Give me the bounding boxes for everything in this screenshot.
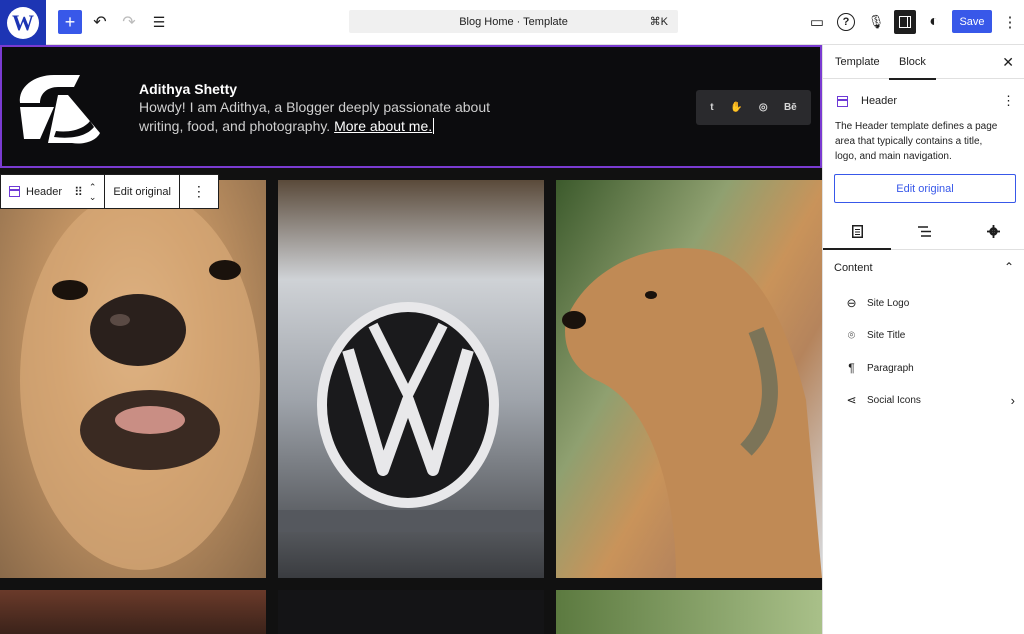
list-view-icon xyxy=(918,225,931,237)
gear-icon xyxy=(986,224,1000,238)
share-icon: ⋖ xyxy=(846,393,857,407)
block-movers: ⌃ ⌄ xyxy=(89,182,97,202)
gallery-image-5[interactable] xyxy=(278,590,544,634)
tagline-text: Howdy! I am Adithya, a Blogger deeply pa… xyxy=(139,99,490,134)
more-vertical-icon: ⋮ xyxy=(191,183,206,199)
content-item-label: Site Logo xyxy=(867,297,910,309)
content-item-paragraph[interactable]: ¶ Paragraph xyxy=(845,358,1015,378)
content-item-social-icons[interactable]: ⋖ Social Icons › xyxy=(845,390,1015,410)
wordpress-logo-button[interactable]: W xyxy=(0,0,46,45)
document-title: Blog Home · Template xyxy=(459,15,568,28)
settings-sidebar-toggle[interactable] xyxy=(894,10,916,34)
styles-button[interactable]: ◐ xyxy=(924,10,944,34)
sidebar-tabs: Template Block ✕ xyxy=(823,45,1024,80)
content-heading: Content xyxy=(834,262,873,274)
tab-settings[interactable] xyxy=(985,223,1001,239)
dog-closeup-image xyxy=(20,190,260,570)
block-options-button[interactable]: ⋮ xyxy=(180,175,218,208)
block-switcher[interactable]: Header ⠿ ⌃ ⌄ xyxy=(1,175,106,208)
device-preview-button[interactable]: ▭ xyxy=(807,10,827,34)
help-button[interactable]: ? xyxy=(837,13,855,31)
header-block-icon xyxy=(837,96,848,107)
command-shortcut: ⌘K xyxy=(649,16,668,28)
edit-original-button[interactable]: Edit original xyxy=(834,174,1016,203)
instagram-icon[interactable]: ◎ xyxy=(759,102,768,113)
gallery-image-4[interactable] xyxy=(0,590,266,634)
save-button[interactable]: Save xyxy=(952,10,992,33)
tumblr-icon[interactable]: t xyxy=(710,102,713,113)
map-pin-icon: ⌾ xyxy=(847,327,856,342)
block-card-title: Header xyxy=(861,95,898,107)
content-item-site-title[interactable]: ⌾ Site Title xyxy=(845,325,1015,345)
edit-original-toolbar-button[interactable]: Edit original xyxy=(105,175,180,208)
redo-button[interactable]: ↷ xyxy=(119,10,139,34)
gallery-image-6[interactable] xyxy=(556,590,822,634)
gallery-image-vw-logo[interactable] xyxy=(278,180,544,578)
chevron-up-icon: ⌃ xyxy=(1003,260,1014,274)
close-sidebar-button[interactable]: ✕ xyxy=(1002,54,1014,71)
tab-block[interactable]: Block xyxy=(889,56,936,80)
site-tagline-paragraph[interactable]: Howdy! I am Adithya, a Blogger deeply pa… xyxy=(139,98,519,136)
microphone-button[interactable]: 🎙 xyxy=(866,10,886,34)
top-toolbar: W + ↶ ↷ ☰ Blog Home · Template ⌘K ▭ ? 🎙 … xyxy=(0,0,1024,45)
block-card-description: The Header template defines a page area … xyxy=(835,121,998,162)
tab-template[interactable]: Template xyxy=(835,56,880,68)
tab-content[interactable] xyxy=(823,223,891,250)
vw-car-image xyxy=(278,302,544,532)
more-about-me-link[interactable]: More about me. xyxy=(334,118,432,134)
behance-icon[interactable]: Bē xyxy=(784,102,797,113)
block-type-label: Header xyxy=(26,185,63,198)
content-item-label: Paragraph xyxy=(867,362,914,374)
drag-handle-icon[interactable]: ⠿ xyxy=(74,185,83,199)
wordpress-logo-icon: W xyxy=(7,6,39,39)
content-item-label: Site Title xyxy=(867,329,906,341)
content-item-site-logo[interactable]: ⊖ Site Logo xyxy=(845,293,1015,313)
hand-icon[interactable]: ✋ xyxy=(730,102,742,113)
chevron-right-icon[interactable]: › xyxy=(1011,393,1015,408)
paragraph-icon: ¶ xyxy=(848,361,855,375)
sidebar-icon xyxy=(899,16,911,28)
options-menu-button[interactable]: ⋮ xyxy=(1000,10,1020,34)
undo-button[interactable]: ↶ xyxy=(90,10,110,34)
content-item-label: Social Icons xyxy=(867,394,921,406)
document-icon xyxy=(851,224,863,238)
move-up-button[interactable]: ⌃ xyxy=(89,182,97,192)
block-toolbar: Header ⠿ ⌃ ⌄ Edit original ⋮ xyxy=(0,174,219,209)
social-icons: t ✋ ◎ Bē xyxy=(696,90,811,125)
inspector-tabs xyxy=(823,213,1024,250)
block-inserter-button[interactable]: + xyxy=(58,10,82,34)
content-panel-toggle[interactable]: Content ⌃ xyxy=(834,260,1014,274)
move-down-button[interactable]: ⌄ xyxy=(89,192,97,202)
site-logo-icon: ⊖ xyxy=(846,296,857,310)
dog-profile-image xyxy=(562,248,822,578)
site-title[interactable]: Adithya Shetty xyxy=(139,81,237,97)
header-block-icon xyxy=(9,186,20,197)
block-card-menu-button[interactable]: ⋮ xyxy=(1002,93,1015,109)
gallery-image-dog-closeup[interactable] xyxy=(0,180,266,578)
gallery-image-dog-profile[interactable] xyxy=(556,180,822,578)
document-overview-button[interactable]: ☰ xyxy=(149,10,169,34)
settings-sidebar: Template Block ✕ Header ⋮ The Header tem… xyxy=(822,45,1024,634)
text-cursor xyxy=(433,118,435,134)
tab-list-view[interactable] xyxy=(917,223,933,239)
site-logo[interactable] xyxy=(14,67,102,147)
edit-original-label: Edit original xyxy=(113,185,171,198)
header-template-part[interactable]: Adithya Shetty Howdy! I am Adithya, a Bl… xyxy=(0,45,822,168)
command-palette-button[interactable]: Blog Home · Template ⌘K xyxy=(349,10,678,33)
editor-canvas[interactable]: Adithya Shetty Howdy! I am Adithya, a Bl… xyxy=(0,45,822,634)
